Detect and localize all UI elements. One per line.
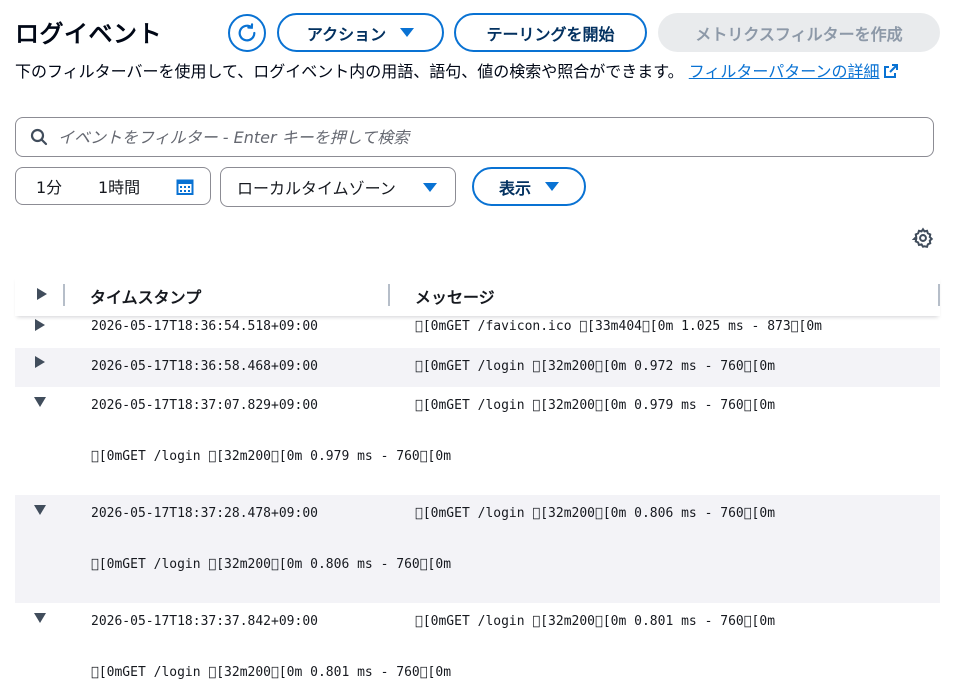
expand-row-icon[interactable]	[33, 355, 47, 369]
table-header: タイムスタンプ メッセージ	[15, 276, 940, 316]
description: 下のフィルターバーを使用して、ログイベント内の用語、語句、値の検索や照合ができま…	[15, 60, 940, 84]
row-detail-message:  [0mGET /login  [32m200 [0m 0.806 ms - 7…	[91, 557, 452, 572]
column-header-timestamp[interactable]: タイムスタンプ	[90, 284, 201, 308]
table-row[interactable]: 2026-05-17T18:36:54.518+09:00  [0mGET /f…	[15, 316, 940, 348]
start-tailing-button[interactable]: テーリングを開始	[454, 13, 647, 52]
collapse-row-icon[interactable]	[33, 612, 47, 624]
actions-label: アクション	[306, 24, 387, 44]
refresh-icon	[238, 23, 256, 42]
row-timestamp: 2026-05-17T18:37:28.478+09:00	[91, 506, 318, 521]
refresh-button[interactable]	[228, 14, 266, 52]
column-divider[interactable]	[63, 284, 65, 306]
table-row[interactable]: 2026-05-17T18:37:37.842+09:00  [0mGET /l…	[15, 603, 940, 700]
date-range-picker[interactable]: 1分 1時間	[15, 167, 211, 205]
range-option-1min[interactable]: 1分	[36, 174, 62, 198]
filter-pattern-link-text: フィルターパターンの詳細	[688, 62, 880, 81]
row-timestamp: 2026-05-17T18:36:54.518+09:00	[91, 319, 318, 334]
expand-all-icon[interactable]	[35, 286, 49, 302]
create-metric-filter-button[interactable]: メトリクスフィルターを作成	[658, 13, 940, 52]
table-row[interactable]: 2026-05-17T18:37:07.829+09:00  [0mGET /l…	[15, 387, 940, 495]
row-message:  [0mGET /favicon.ico  [33m404 [0m 1.025 …	[415, 319, 822, 334]
timezone-selected: ローカルタイムゾーン	[237, 179, 396, 198]
calendar-icon[interactable]	[176, 178, 194, 196]
table-row[interactable]: 2026-05-17T18:37:28.478+09:00  [0mGET /l…	[15, 495, 940, 603]
row-message:  [0mGET /login  [32m200 [0m 0.806 ms - 7…	[415, 506, 776, 521]
row-timestamp: 2026-05-17T18:37:37.842+09:00	[91, 614, 318, 629]
page-title: ログイベント	[15, 20, 162, 48]
caret-down-icon	[423, 183, 437, 192]
column-divider[interactable]	[938, 284, 940, 306]
row-timestamp: 2026-05-17T18:37:07.829+09:00	[91, 398, 318, 413]
row-detail-message:  [0mGET /login  [32m200 [0m 0.801 ms - 7…	[91, 665, 452, 680]
filter-search-field[interactable]	[15, 117, 934, 157]
display-label: 表示	[498, 178, 531, 198]
collapse-row-icon[interactable]	[33, 504, 47, 516]
range-option-1hour[interactable]: 1時間	[98, 174, 140, 198]
description-text: 下のフィルターバーを使用して、ログイベント内の用語、語句、値の検索や照合ができま…	[15, 62, 684, 81]
table-row[interactable]: 2026-05-17T18:36:58.468+09:00  [0mGET /l…	[15, 348, 940, 387]
row-message:  [0mGET /login  [32m200 [0m 0.979 ms - 7…	[415, 398, 776, 413]
row-message:  [0mGET /login  [32m200 [0m 0.801 ms - 7…	[415, 614, 776, 629]
filter-pattern-link[interactable]: フィルターパターンの詳細	[689, 62, 900, 81]
timezone-select[interactable]: ローカルタイムゾーン	[220, 167, 456, 207]
caret-down-icon	[545, 182, 559, 191]
actions-dropdown-button[interactable]: アクション	[277, 13, 444, 52]
gear-icon[interactable]	[912, 227, 934, 249]
column-header-message[interactable]: メッセージ	[415, 284, 495, 308]
collapse-row-icon[interactable]	[33, 396, 47, 408]
expand-row-icon[interactable]	[33, 318, 47, 332]
external-link-icon	[884, 64, 899, 78]
caret-down-icon	[400, 28, 415, 37]
row-detail-message:  [0mGET /login  [32m200 [0m 0.979 ms - 7…	[91, 449, 452, 464]
row-timestamp: 2026-05-17T18:36:58.468+09:00	[91, 359, 318, 374]
search-icon	[30, 128, 48, 146]
row-message:  [0mGET /login  [32m200 [0m 0.972 ms - 7…	[415, 359, 776, 374]
log-events-table: 2026-05-17T18:36:54.518+09:00  [0mGET /f…	[15, 316, 940, 700]
search-input[interactable]	[58, 127, 933, 147]
start-tailing-label: テーリングを開始	[486, 24, 615, 44]
display-dropdown-button[interactable]: 表示	[472, 167, 586, 206]
column-divider[interactable]	[388, 284, 390, 306]
create-metric-filter-label: メトリクスフィルターを作成	[695, 24, 903, 44]
